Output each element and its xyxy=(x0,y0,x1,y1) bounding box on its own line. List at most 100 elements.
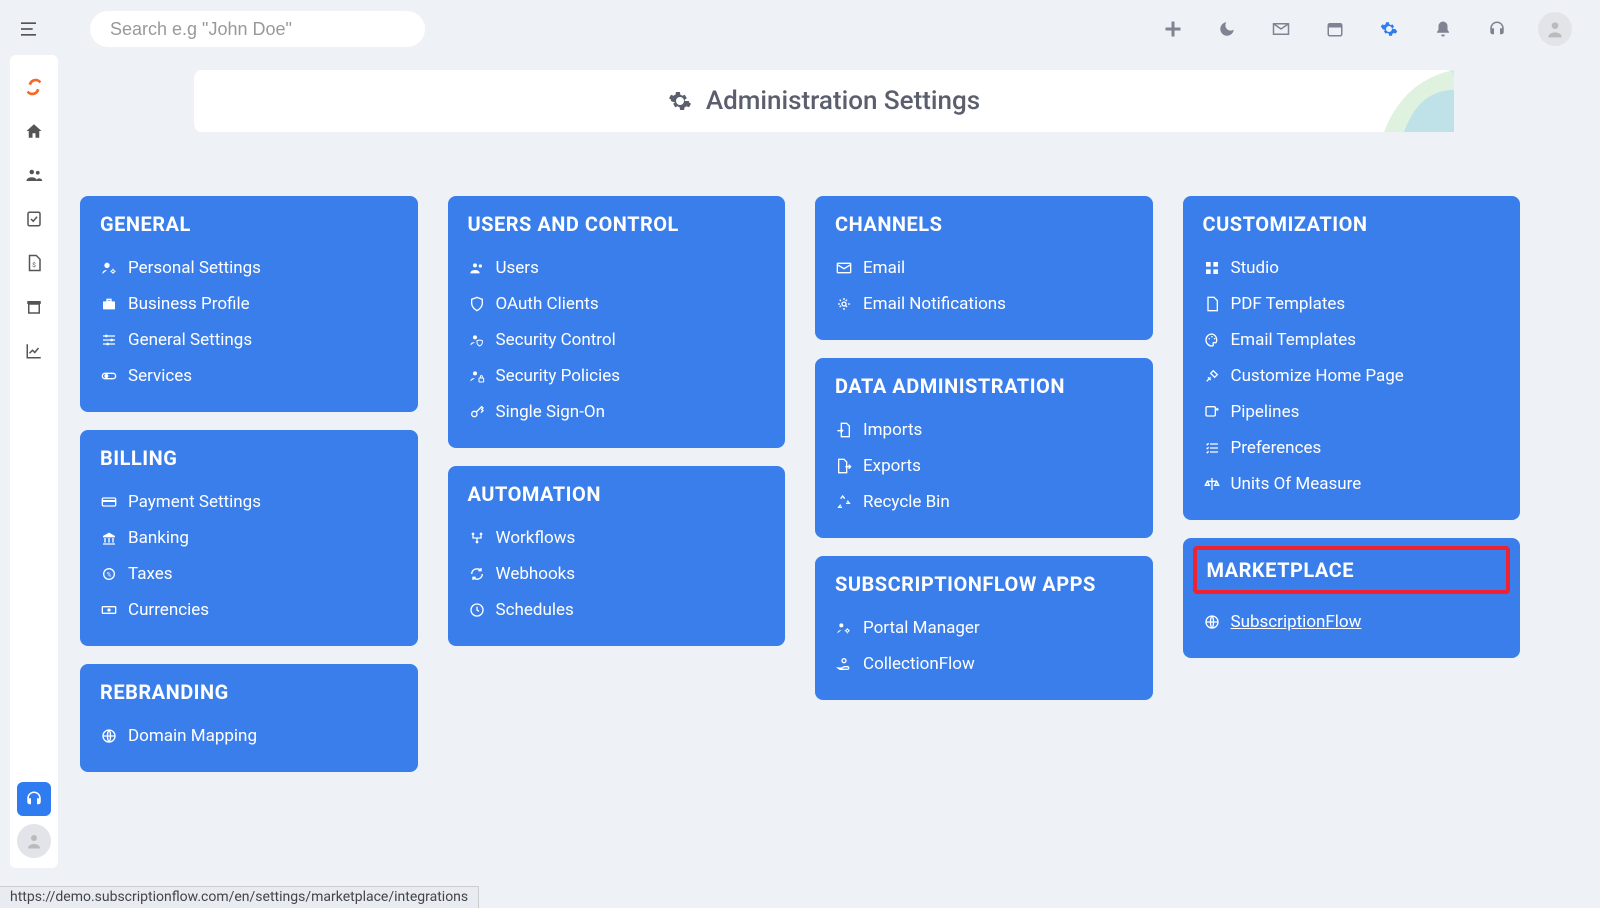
tools-icon xyxy=(1203,367,1221,385)
file-export-icon xyxy=(835,457,853,475)
nav-reports[interactable] xyxy=(18,331,50,371)
link-banking[interactable]: Banking xyxy=(100,520,398,556)
users-icon xyxy=(25,166,43,184)
link-business-profile[interactable]: Business Profile xyxy=(100,286,398,322)
card-data-admin: DATA ADMINISTRATION Imports Exports Recy… xyxy=(815,358,1153,538)
card-title: REBRANDING xyxy=(100,680,398,704)
globe-icon xyxy=(100,727,118,745)
shield-icon xyxy=(468,295,486,313)
share-icon xyxy=(1203,403,1221,421)
link-pdf-templates[interactable]: PDF Templates xyxy=(1203,286,1501,322)
link-customize-home[interactable]: Customize Home Page xyxy=(1203,358,1501,394)
sidebar-support-button[interactable] xyxy=(17,782,51,816)
status-url: https://demo.subscriptionflow.com/en/set… xyxy=(0,886,479,908)
user-lock-icon xyxy=(468,367,486,385)
file-dollar-icon: $ xyxy=(25,254,43,272)
logo-icon xyxy=(23,76,45,98)
headset-icon xyxy=(25,790,43,808)
link-recycle-bin[interactable]: Recycle Bin xyxy=(835,484,1133,520)
link-studio[interactable]: Studio xyxy=(1203,250,1501,286)
link-payment-settings[interactable]: Payment Settings xyxy=(100,484,398,520)
avatar-icon xyxy=(1545,19,1565,39)
settings-button[interactable] xyxy=(1376,16,1402,42)
link-security-policies[interactable]: Security Policies xyxy=(468,358,766,394)
nav-archive[interactable] xyxy=(18,287,50,327)
link-units-of-measure[interactable]: Units Of Measure xyxy=(1203,466,1501,502)
logo[interactable] xyxy=(18,67,50,107)
header-decoration xyxy=(1364,70,1454,132)
bank-icon xyxy=(100,529,118,547)
toggle-icon xyxy=(100,367,118,385)
scale-icon xyxy=(1203,475,1221,493)
mail-button[interactable] xyxy=(1268,16,1294,42)
link-webhooks[interactable]: Webhooks xyxy=(468,556,766,592)
svg-text:%: % xyxy=(107,571,112,579)
link-exports[interactable]: Exports xyxy=(835,448,1133,484)
card-sf-apps: SUBSCRIPTIONFLOW APPS Portal Manager Col… xyxy=(815,556,1153,700)
link-workflows[interactable]: Workflows xyxy=(468,520,766,556)
card-channels: CHANNELS Email Email Notifications xyxy=(815,196,1153,340)
card-users-control: USERS AND CONTROL Users OAuth Clients Se… xyxy=(448,196,786,448)
link-taxes[interactable]: %Taxes xyxy=(100,556,398,592)
svg-text:$: $ xyxy=(32,261,36,269)
search-box[interactable] xyxy=(90,11,425,47)
plus-icon xyxy=(1164,20,1182,38)
user-shield-icon xyxy=(468,331,486,349)
gear-icon xyxy=(835,295,853,313)
sidebar-user-avatar[interactable] xyxy=(17,824,51,858)
nav-invoices[interactable]: $ xyxy=(18,243,50,283)
users-icon xyxy=(468,259,486,277)
calendar-icon xyxy=(1326,20,1344,38)
bell-icon xyxy=(1434,20,1452,38)
link-imports[interactable]: Imports xyxy=(835,412,1133,448)
file-pdf-icon xyxy=(1203,295,1221,313)
link-pipelines[interactable]: Pipelines xyxy=(1203,394,1501,430)
globe-icon xyxy=(1203,613,1221,631)
nav-tasks[interactable] xyxy=(18,199,50,239)
sidebar: $ xyxy=(10,55,58,868)
card-title: BILLING xyxy=(100,446,398,470)
link-collectionflow[interactable]: CollectionFlow xyxy=(835,646,1133,682)
link-schedules[interactable]: Schedules xyxy=(468,592,766,628)
link-general-settings[interactable]: General Settings xyxy=(100,322,398,358)
card-title: CHANNELS xyxy=(835,212,1133,236)
sliders-icon xyxy=(100,331,118,349)
avatar-icon xyxy=(25,832,43,850)
support-button[interactable] xyxy=(1484,16,1510,42)
link-services[interactable]: Services xyxy=(100,358,398,394)
link-personal-settings[interactable]: Personal Settings xyxy=(100,250,398,286)
link-email[interactable]: Email xyxy=(835,250,1133,286)
coins-icon: % xyxy=(100,565,118,583)
calendar-button[interactable] xyxy=(1322,16,1348,42)
user-avatar[interactable] xyxy=(1538,12,1572,46)
user-gear-icon xyxy=(100,259,118,277)
search-input[interactable] xyxy=(110,19,405,40)
nav-home[interactable] xyxy=(18,111,50,151)
notifications-button[interactable] xyxy=(1430,16,1456,42)
card-marketplace: MARKETPLACE SubscriptionFlow xyxy=(1183,538,1521,658)
menu-toggle-button[interactable] xyxy=(16,14,46,44)
add-button[interactable] xyxy=(1160,16,1186,42)
link-users[interactable]: Users xyxy=(468,250,766,286)
hamburger-icon xyxy=(21,19,41,39)
users-cog-icon xyxy=(835,619,853,637)
link-email-templates[interactable]: Email Templates xyxy=(1203,322,1501,358)
card-title: CUSTOMIZATION xyxy=(1203,212,1501,236)
link-oauth-clients[interactable]: OAuth Clients xyxy=(468,286,766,322)
card-automation: AUTOMATION Workflows Webhooks Schedules xyxy=(448,466,786,646)
link-subscriptionflow-marketplace[interactable]: SubscriptionFlow xyxy=(1203,604,1501,640)
dark-mode-button[interactable] xyxy=(1214,16,1240,42)
clipboard-check-icon xyxy=(25,210,43,228)
link-sso[interactable]: Single Sign-On xyxy=(468,394,766,430)
nav-users[interactable] xyxy=(18,155,50,195)
gear-icon xyxy=(1380,20,1398,38)
card-general: GENERAL Personal Settings Business Profi… xyxy=(80,196,418,412)
link-email-notifications[interactable]: Email Notifications xyxy=(835,286,1133,322)
link-preferences[interactable]: Preferences xyxy=(1203,430,1501,466)
link-domain-mapping[interactable]: Domain Mapping xyxy=(100,718,398,754)
card-title: SUBSCRIPTIONFLOW APPS xyxy=(835,572,1133,596)
link-currencies[interactable]: Currencies xyxy=(100,592,398,628)
archive-icon xyxy=(25,298,43,316)
link-security-control[interactable]: Security Control xyxy=(468,322,766,358)
link-portal-manager[interactable]: Portal Manager xyxy=(835,610,1133,646)
